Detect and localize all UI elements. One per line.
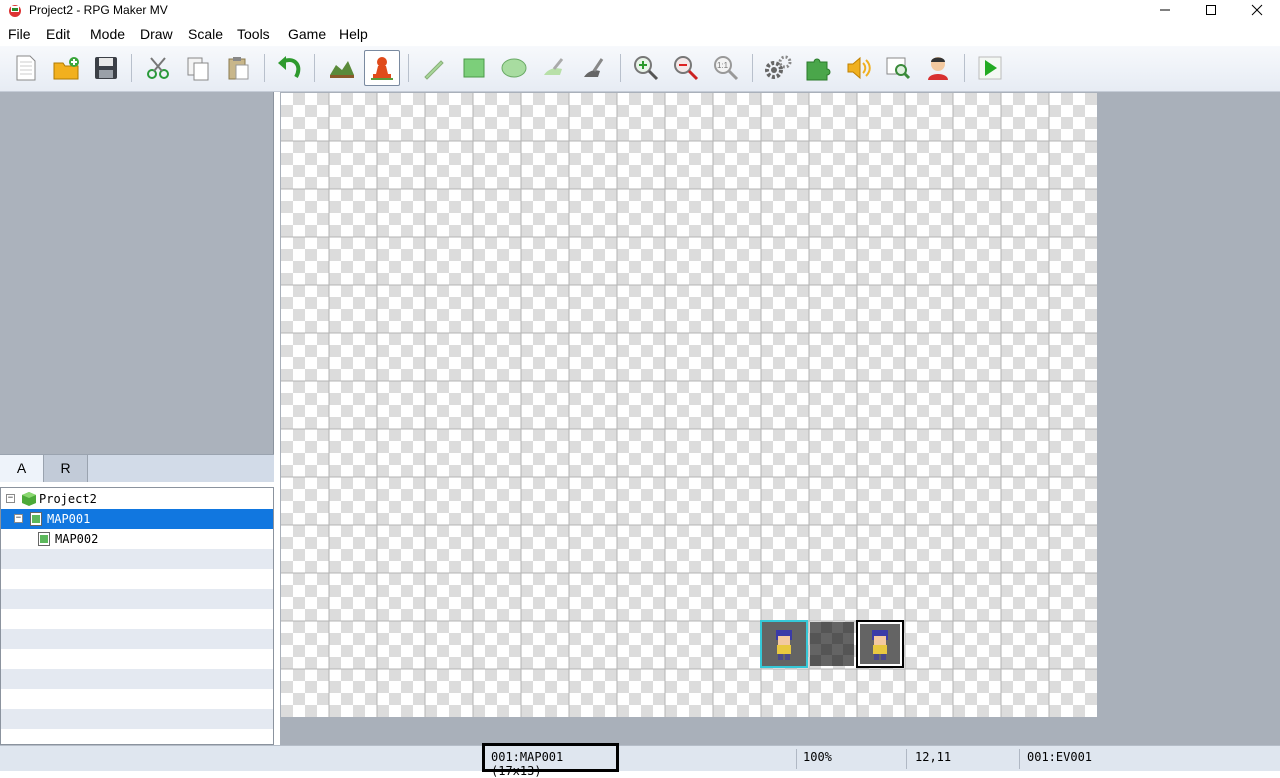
zoom-in-icon[interactable]	[628, 50, 664, 86]
tree-item-label: Project2	[39, 492, 97, 506]
menu-file[interactable]: File	[8, 26, 31, 42]
playtest-icon[interactable]	[972, 50, 1008, 86]
tree-item-label: MAP001	[47, 512, 91, 526]
tile-grid	[281, 93, 1097, 717]
status-map-label: 001:MAP001 (17x13)	[491, 750, 564, 778]
minimize-button[interactable]	[1142, 0, 1188, 22]
character-sprite-icon	[872, 630, 888, 660]
map-mode-icon[interactable]	[324, 50, 360, 86]
event-tile[interactable]	[760, 620, 808, 668]
toolbar: 1:1	[0, 46, 1280, 92]
toolbar-separator	[408, 54, 409, 82]
status-separator	[906, 749, 907, 769]
tree-item-map001[interactable]: − MAP001	[1, 509, 273, 529]
menu-tools[interactable]: Tools	[237, 26, 270, 42]
undo-icon[interactable]	[272, 50, 308, 86]
map-tree: − Project2 − MAP001 MAP002	[0, 487, 274, 745]
toolbar-separator	[314, 54, 315, 82]
empty-row	[1, 649, 273, 669]
zoom-out-icon[interactable]	[668, 50, 704, 86]
collapse-icon[interactable]: −	[14, 514, 23, 523]
event-tile[interactable]	[810, 622, 854, 666]
tree-item-label: MAP002	[55, 532, 99, 546]
status-separator	[1019, 749, 1020, 769]
empty-row	[1, 569, 273, 589]
project-cube-icon	[22, 492, 36, 506]
tab-r[interactable]: R	[44, 455, 88, 482]
empty-row	[1, 729, 273, 744]
status-separator	[796, 749, 797, 769]
actual-size-icon[interactable]: 1:1	[708, 50, 744, 86]
toolbar-separator	[752, 54, 753, 82]
menu-scale[interactable]: Scale	[188, 26, 223, 42]
character-sprite-icon	[776, 630, 792, 660]
flood-fill-icon[interactable]	[536, 50, 572, 86]
menu-game[interactable]: Game	[288, 26, 326, 42]
status-zoom: 100%	[803, 750, 832, 764]
map-icon	[30, 512, 42, 526]
map-canvas[interactable]	[281, 93, 1097, 717]
new-project-icon[interactable]	[8, 50, 44, 86]
event-searcher-icon[interactable]	[880, 50, 916, 86]
toolbar-separator	[264, 54, 265, 82]
character-generator-icon[interactable]	[920, 50, 956, 86]
close-button[interactable]	[1234, 0, 1280, 22]
menu-mode[interactable]: Mode	[90, 26, 125, 42]
empty-row	[1, 689, 273, 709]
menu-edit[interactable]: Edit	[46, 26, 70, 42]
pencil-icon[interactable]	[416, 50, 452, 86]
sound-test-icon[interactable]	[840, 50, 876, 86]
status-event: 001:EV001	[1027, 750, 1093, 764]
svg-text:1:1: 1:1	[717, 61, 729, 70]
tab-a[interactable]: A	[0, 455, 44, 482]
collapse-icon[interactable]: −	[6, 494, 15, 503]
save-project-icon[interactable]	[88, 50, 124, 86]
paste-icon[interactable]	[220, 50, 256, 86]
app-icon	[9, 5, 21, 17]
status-map-info: 001:MAP001 (17x13)	[482, 743, 619, 778]
empty-row	[1, 609, 273, 629]
menu-draw[interactable]: Draw	[140, 26, 173, 42]
title-bar: Project2 - RPG Maker MV	[0, 0, 1280, 22]
open-project-icon[interactable]	[48, 50, 84, 86]
copy-icon[interactable]	[180, 50, 216, 86]
maximize-button[interactable]	[1188, 0, 1234, 22]
empty-row	[1, 709, 273, 729]
plugin-manager-icon[interactable]	[800, 50, 836, 86]
cut-icon[interactable]	[140, 50, 176, 86]
menu-help[interactable]: Help	[339, 26, 368, 42]
toolbar-separator	[964, 54, 965, 82]
tree-item-map002[interactable]: MAP002	[1, 529, 273, 549]
toolbar-separator	[620, 54, 621, 82]
database-icon[interactable]	[760, 50, 796, 86]
empty-row	[1, 669, 273, 689]
ellipse-icon[interactable]	[496, 50, 532, 86]
map-icon	[38, 532, 50, 546]
menu-bar: File Edit Mode Draw Scale Tools Game Hel…	[0, 22, 1280, 46]
window-title: Project2 - RPG Maker MV	[29, 3, 168, 17]
empty-row	[1, 629, 273, 649]
empty-row	[1, 549, 273, 569]
tileset-tabs: A R	[0, 454, 274, 482]
selected-event-tile[interactable]	[856, 620, 904, 668]
status-bar: 001:MAP001 (17x13) 100% 12,11 001:EV001	[0, 743, 1280, 778]
status-coordinates: 12,11	[915, 750, 952, 764]
empty-row	[1, 589, 273, 609]
tileset-palette[interactable]	[0, 92, 274, 454]
event-mode-icon[interactable]	[364, 50, 400, 86]
tree-item-project[interactable]: − Project2	[1, 489, 273, 509]
map-editor[interactable]	[280, 92, 1280, 745]
toolbar-separator	[131, 54, 132, 82]
shadow-pen-icon[interactable]	[576, 50, 612, 86]
rectangle-icon[interactable]	[456, 50, 492, 86]
